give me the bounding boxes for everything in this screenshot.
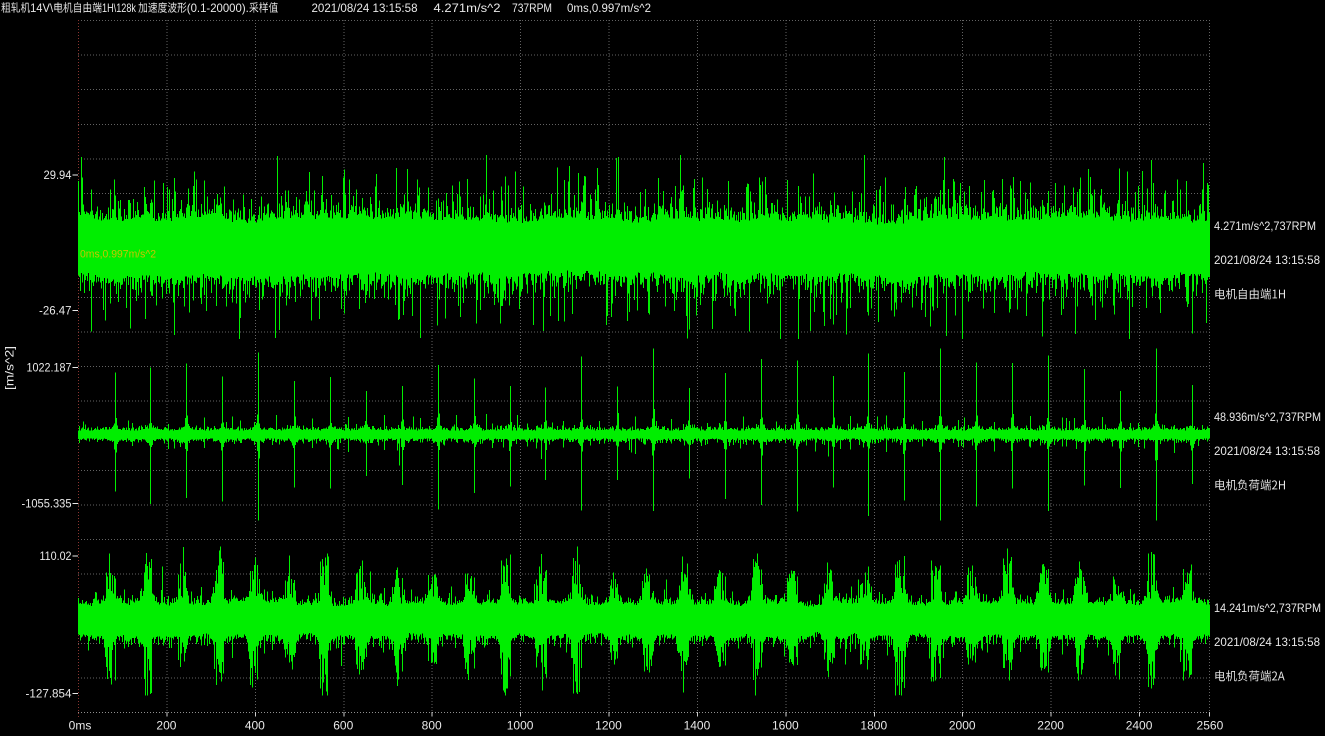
svg-text:1022.187: 1022.187 (27, 361, 72, 375)
svg-text:110.02: 110.02 (40, 549, 72, 563)
svg-text:400: 400 (245, 719, 265, 733)
svg-text:14.241m/s^2,737RPM: 14.241m/s^2,737RPM (1214, 601, 1321, 615)
svg-text:2021/08/24 13:15:58: 2021/08/24 13:15:58 (1214, 635, 1320, 649)
svg-text:0ms,0.997m/s^2: 0ms,0.997m/s^2 (80, 249, 156, 261)
svg-text:1400: 1400 (684, 719, 711, 733)
svg-text:(0.1-20000).: (0.1-20000). (187, 1, 249, 15)
svg-text:0ms,0.997m/s^2: 0ms,0.997m/s^2 (567, 1, 651, 15)
svg-text:2021/08/24 13:15:58: 2021/08/24 13:15:58 (1214, 444, 1320, 458)
svg-text:2021/08/24 13:15:58: 2021/08/24 13:15:58 (1214, 253, 1320, 267)
svg-text:29.94: 29.94 (44, 168, 72, 182)
svg-text:1200: 1200 (595, 719, 622, 733)
svg-text:-26.47: -26.47 (39, 304, 72, 318)
svg-text:4.271m/s^2: 4.271m/s^2 (434, 1, 501, 15)
svg-text:2560: 2560 (1197, 719, 1224, 733)
svg-text:2000: 2000 (949, 719, 976, 733)
svg-text:48.936m/s^2,737RPM: 48.936m/s^2,737RPM (1214, 410, 1321, 424)
svg-text:1000: 1000 (507, 719, 534, 733)
svg-text:14V\: 14V\ (30, 1, 54, 15)
svg-text:1600: 1600 (772, 719, 799, 733)
svg-text:0ms: 0ms (69, 719, 92, 733)
svg-text:-1055.335: -1055.335 (22, 497, 72, 511)
svg-text:737RPM: 737RPM (512, 1, 552, 15)
svg-text:1H\128k: 1H\128k (102, 1, 137, 15)
svg-text:2200: 2200 (1037, 719, 1064, 733)
svg-text:-127.854: -127.854 (26, 687, 72, 701)
svg-text:800: 800 (422, 719, 442, 733)
svg-text:2021/08/24 13:15:58: 2021/08/24 13:15:58 (312, 1, 418, 15)
svg-text:4.271m/s^2,737RPM: 4.271m/s^2,737RPM (1214, 219, 1316, 233)
svg-text:2400: 2400 (1126, 719, 1153, 733)
svg-text:600: 600 (333, 719, 353, 733)
svg-text:[m/s^2]: [m/s^2] (3, 346, 17, 390)
svg-text:200: 200 (156, 719, 176, 733)
svg-text:1800: 1800 (860, 719, 887, 733)
